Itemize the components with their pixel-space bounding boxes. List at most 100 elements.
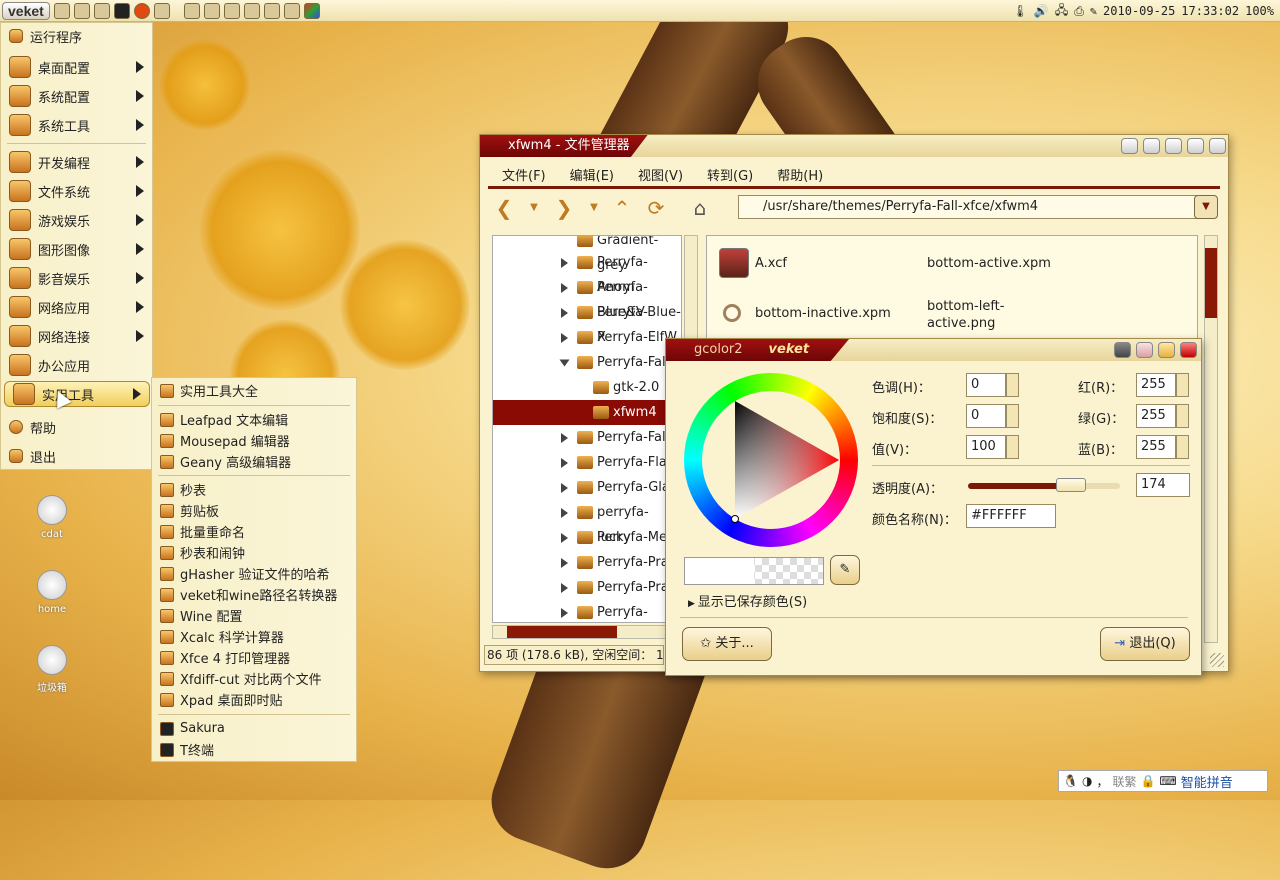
close-button[interactable] bbox=[1180, 342, 1197, 358]
opacity-field[interactable]: 174 bbox=[1136, 473, 1190, 497]
menu-item-desktop-config[interactable]: 桌面配置 bbox=[1, 54, 152, 80]
submenu-item[interactable]: 剪贴板 bbox=[152, 500, 356, 521]
resize-grip-icon[interactable] bbox=[1210, 653, 1224, 667]
quit-button[interactable]: ⇥ 退出(Q) bbox=[1100, 627, 1190, 661]
file-item[interactable]: A.xcf bbox=[719, 248, 899, 280]
submenu-item[interactable]: Wine 配置 bbox=[152, 605, 356, 626]
gcolor-icon[interactable] bbox=[153, 2, 170, 19]
expand-icon[interactable] bbox=[561, 258, 568, 268]
expand-icon[interactable] bbox=[561, 433, 568, 443]
tree-item[interactable]: Perryfa-ElfW bbox=[493, 325, 681, 350]
menu-help[interactable]: 帮助(H) bbox=[777, 165, 823, 184]
expand-icon[interactable] bbox=[561, 533, 568, 543]
window-button[interactable] bbox=[1114, 342, 1131, 358]
submenu-item[interactable]: 实用工具大全 bbox=[152, 380, 356, 401]
file-item[interactable]: bottom-active.xpm bbox=[927, 256, 1051, 271]
menu-item-run[interactable]: 运行程序 bbox=[1, 23, 152, 49]
reload-button[interactable]: ⟳ bbox=[644, 197, 668, 221]
window-button[interactable] bbox=[1158, 342, 1175, 358]
window-button[interactable] bbox=[1187, 138, 1204, 154]
scroll-thumb[interactable] bbox=[1205, 248, 1217, 318]
opacity-slider-handle[interactable] bbox=[1056, 478, 1087, 492]
ime-name[interactable]: 智能拼音 bbox=[1181, 772, 1233, 791]
red-field[interactable]: 255 bbox=[1136, 373, 1176, 397]
photo-icon[interactable] bbox=[243, 2, 260, 19]
submenu-item[interactable]: Sakura bbox=[152, 718, 356, 739]
expand-icon[interactable] bbox=[561, 458, 568, 468]
menu-item-help[interactable]: 帮助 bbox=[1, 414, 152, 440]
tree-item[interactable]: Perryfa-Anom bbox=[493, 250, 681, 295]
expand-icon[interactable] bbox=[561, 308, 568, 318]
folder-icon[interactable] bbox=[223, 2, 240, 19]
color-picker-marker[interactable] bbox=[731, 515, 739, 523]
menu-go[interactable]: 转到(G) bbox=[707, 165, 753, 184]
cube-icon[interactable] bbox=[303, 2, 320, 19]
tree-item[interactable]: Perryfa-rainb bbox=[493, 600, 681, 622]
punctuation-icon[interactable]: ， bbox=[1096, 773, 1108, 790]
blue-spinner[interactable] bbox=[1176, 435, 1189, 459]
desktop-icon-trash[interactable]: 垃圾箱 bbox=[22, 645, 82, 694]
opacity-slider[interactable] bbox=[968, 478, 1120, 492]
menu-item-filesystem[interactable]: 文件系统 bbox=[1, 178, 152, 204]
desktop-icon-home[interactable]: home bbox=[22, 570, 82, 615]
menu-edit[interactable]: 编辑(E) bbox=[570, 165, 614, 184]
home-button[interactable]: ⌂ bbox=[688, 197, 712, 221]
eyedropper-button[interactable]: ✎ bbox=[830, 555, 860, 585]
title-bar[interactable]: gcolor2 veket bbox=[666, 339, 1201, 361]
menu-item-multimedia[interactable]: 影音娱乐 bbox=[1, 265, 152, 291]
saved-colors-expander[interactable]: ▶ 显示已保存颜色(S) bbox=[688, 591, 807, 610]
tree-item[interactable]: Perryfa-Fall1 bbox=[493, 425, 681, 450]
terminal-icon[interactable] bbox=[113, 2, 130, 19]
menu-item-exit[interactable]: 退出 bbox=[1, 443, 152, 469]
submenu-item[interactable]: 秒表和闹钟 bbox=[152, 542, 356, 563]
network-icon[interactable]: 🖧 bbox=[1055, 1, 1068, 22]
path-input[interactable]: /usr/share/themes/Perryfa-Fall-xfce/xfwm… bbox=[738, 195, 1208, 219]
pen-icon[interactable]: ✎ bbox=[1090, 4, 1097, 18]
tree-item[interactable]: Perryfa-Blue&V bbox=[493, 275, 681, 320]
value-spinner[interactable] bbox=[1006, 435, 1019, 459]
volume-icon[interactable]: 🔊 bbox=[1034, 4, 1049, 18]
back-button[interactable]: ❮ bbox=[492, 197, 516, 221]
expand-icon[interactable] bbox=[561, 283, 568, 293]
file-manager-icon[interactable] bbox=[93, 2, 110, 19]
menu-item-internet[interactable]: 网络应用 bbox=[1, 294, 152, 320]
window-button[interactable] bbox=[1121, 138, 1138, 154]
green-field[interactable]: 255 bbox=[1136, 404, 1176, 428]
lock-icon[interactable]: 🔒 bbox=[1140, 774, 1155, 788]
menu-item-network[interactable]: 网络连接 bbox=[1, 323, 152, 349]
submenu-item[interactable]: Xfdiff-cut 对比两个文件 bbox=[152, 668, 356, 689]
submenu-item[interactable]: Xpad 桌面即时贴 bbox=[152, 689, 356, 710]
forward-history-icon[interactable]: ▼ bbox=[582, 197, 606, 221]
keyboard-icon[interactable]: ⌨ bbox=[1159, 774, 1176, 788]
blue-field[interactable]: 255 bbox=[1136, 435, 1176, 459]
expand-icon[interactable] bbox=[561, 483, 568, 493]
submenu-item[interactable]: Mousepad 编辑器 bbox=[152, 430, 356, 451]
submenu-item[interactable]: Xcalc 科学计算器 bbox=[152, 626, 356, 647]
launcher-icon[interactable] bbox=[53, 2, 70, 19]
desktop-icon-cdat[interactable]: cdat bbox=[22, 495, 82, 540]
close-button[interactable] bbox=[1209, 138, 1226, 154]
submenu-item[interactable]: gHasher 验证文件的哈希 bbox=[152, 563, 356, 584]
penguin-icon[interactable]: 🐧 bbox=[1063, 774, 1078, 788]
image-viewer-icon[interactable] bbox=[183, 2, 200, 19]
expand-icon[interactable] bbox=[561, 558, 568, 568]
color-name-field[interactable]: #FFFFFF bbox=[966, 504, 1056, 528]
tree-item[interactable]: Perryfa-Meta bbox=[493, 525, 681, 550]
file-item[interactable]: bottom-inactive.xpm bbox=[719, 298, 919, 330]
value-field[interactable]: 100 bbox=[966, 435, 1006, 459]
tree-item-selected[interactable]: xfwm4 bbox=[493, 400, 681, 425]
expand-icon[interactable] bbox=[561, 333, 568, 343]
forward-button[interactable]: ❯ bbox=[552, 197, 576, 221]
window-button[interactable] bbox=[1136, 342, 1153, 358]
tree-item[interactable]: Perryfa-Glas bbox=[493, 475, 681, 500]
collapse-icon[interactable] bbox=[559, 359, 570, 367]
tree-item[interactable]: Perryfa-Blue-X bbox=[493, 300, 681, 345]
menu-view[interactable]: 视图(V) bbox=[638, 165, 683, 184]
submenu-item[interactable]: T终端 bbox=[152, 739, 356, 760]
submenu-item[interactable]: 批量重命名 bbox=[152, 521, 356, 542]
menu-item-system-config[interactable]: 系统配置 bbox=[1, 83, 152, 109]
traditional-simplified-label[interactable]: 联繁 bbox=[1112, 773, 1136, 790]
about-button[interactable]: ✩ 关于... bbox=[682, 627, 772, 661]
back-history-icon[interactable]: ▼ bbox=[522, 197, 546, 221]
saturation-spinner[interactable] bbox=[1006, 404, 1019, 428]
